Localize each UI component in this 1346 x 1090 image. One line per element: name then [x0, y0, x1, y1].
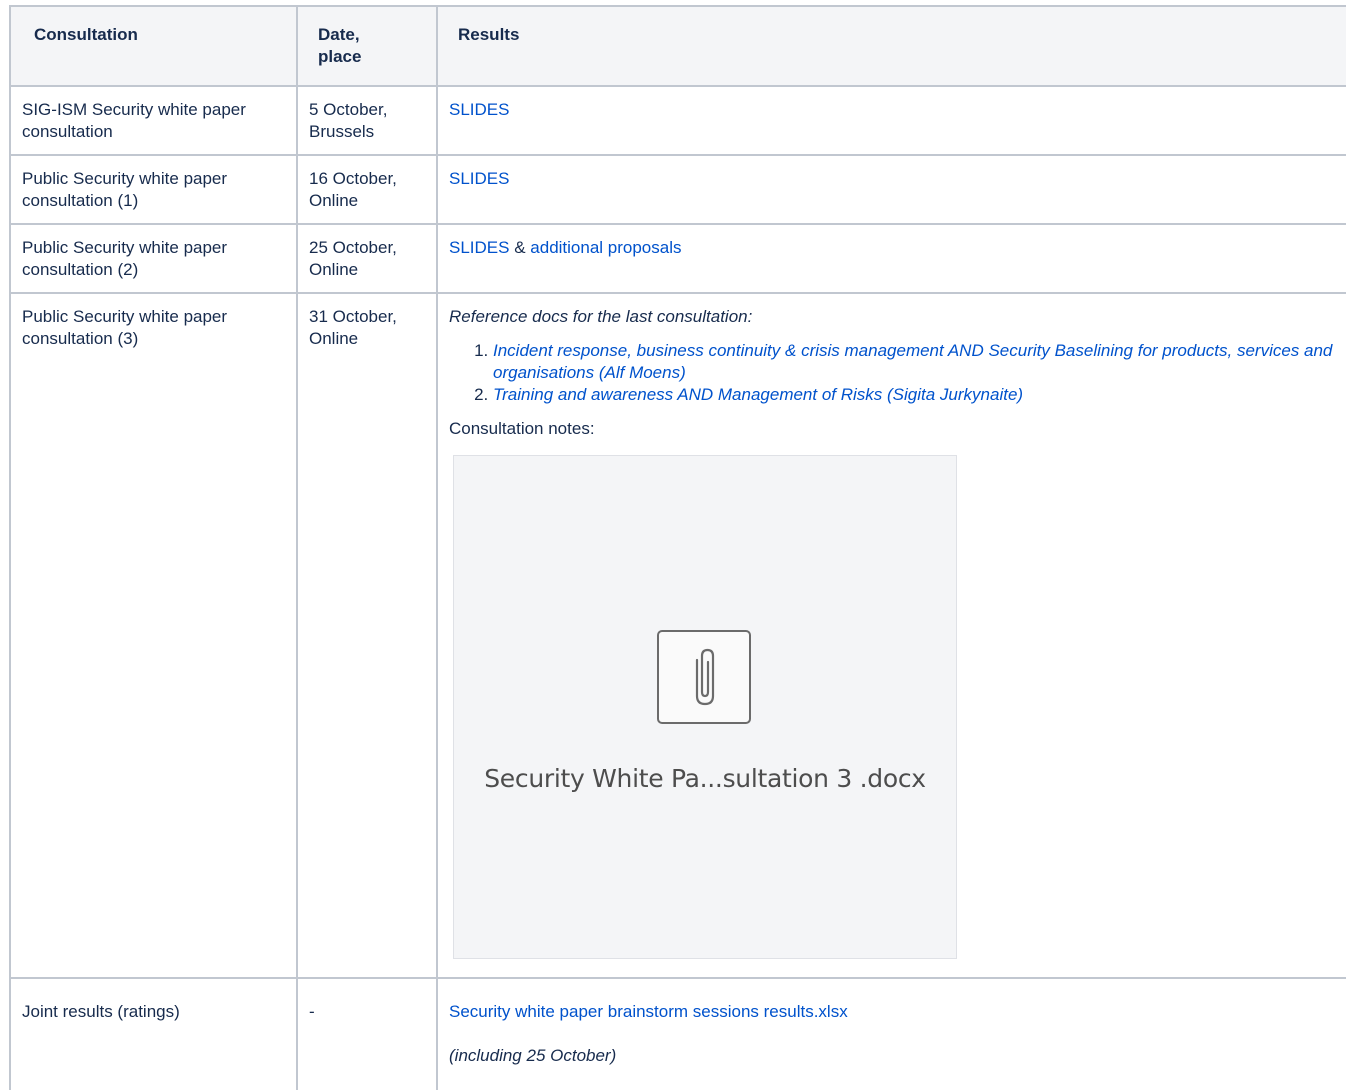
- cell-date-place: 16 October, Online: [296, 154, 438, 225]
- consultation-notes-label: Consultation notes:: [449, 419, 595, 438]
- cell-date-place: 31 October, Online: [296, 292, 438, 979]
- table-row: Public Security white paper consultation…: [9, 292, 1346, 979]
- reference-doc-link-1[interactable]: Incident response, business continuity &…: [493, 341, 1332, 382]
- cell-results: Security white paper brainstorm sessions…: [436, 977, 1346, 1090]
- slides-link[interactable]: SLIDES: [449, 238, 509, 257]
- cell-results: SLIDES: [436, 85, 1346, 156]
- cell-results: SLIDES: [436, 154, 1346, 225]
- results-note: (including 25 October): [449, 1046, 617, 1065]
- table-header-row: Consultation Date, place Results: [9, 5, 1346, 87]
- slides-link[interactable]: SLIDES: [449, 169, 509, 188]
- cell-consultation: SIG-ISM Security white paper consultatio…: [9, 85, 298, 156]
- reference-doc-link-2[interactable]: Training and awareness AND Management of…: [493, 385, 1023, 404]
- list-item: Incident response, business continuity &…: [493, 340, 1336, 384]
- table-row: SIG-ISM Security white paper consultatio…: [9, 85, 1346, 156]
- header-date-place: Date, place: [296, 5, 438, 87]
- cell-date-place: -: [296, 977, 438, 1090]
- paperclip-icon: [657, 630, 751, 724]
- reference-docs-list: Incident response, business continuity &…: [449, 340, 1336, 406]
- cell-date-place: 5 October, Brussels: [296, 85, 438, 156]
- connector-text: &: [509, 238, 531, 257]
- slides-link[interactable]: SLIDES: [449, 100, 509, 119]
- cell-consultation: Public Security white paper consultation…: [9, 292, 298, 979]
- attachment-filename: Security White Pa...sultation 3 .docx: [484, 764, 926, 793]
- header-results: Results: [436, 5, 1346, 87]
- cell-results: SLIDES & additional proposals: [436, 223, 1346, 294]
- reference-intro: Reference docs for the last consultation…: [449, 307, 753, 326]
- table-row: Joint results (ratings) - Security white…: [9, 977, 1346, 1090]
- page: Consultation Date, place Results SIG-ISM …: [0, 0, 1346, 1090]
- table-row: Public Security white paper consultation…: [9, 154, 1346, 225]
- additional-proposals-link[interactable]: additional proposals: [530, 238, 681, 257]
- consultations-table: Consultation Date, place Results SIG-ISM …: [9, 5, 1346, 1090]
- cell-results: Reference docs for the last consultation…: [436, 292, 1346, 979]
- table-row: Public Security white paper consultation…: [9, 223, 1346, 294]
- cell-date-place: 25 October, Online: [296, 223, 438, 294]
- list-item: Training and awareness AND Management of…: [493, 384, 1336, 406]
- cell-consultation: Public Security white paper consultation…: [9, 223, 298, 294]
- attachment-preview[interactable]: Security White Pa...sultation 3 .docx: [453, 455, 957, 959]
- cell-consultation: Public Security white paper consultation…: [9, 154, 298, 225]
- cell-consultation: Joint results (ratings): [9, 977, 298, 1090]
- header-consultation: Consultation: [9, 5, 298, 87]
- results-xlsx-link[interactable]: Security white paper brainstorm sessions…: [449, 1002, 848, 1021]
